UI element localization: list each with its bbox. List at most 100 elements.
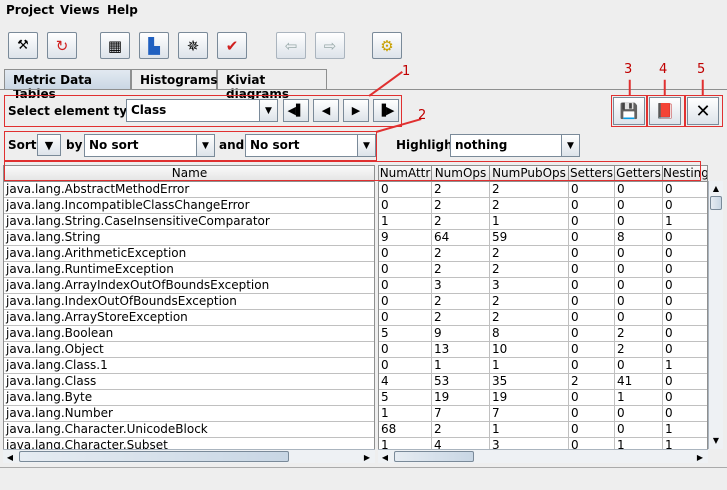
scroll-right-icon[interactable]: ▶ [693,450,707,464]
table-row[interactable]: java.lang.Byte [4,390,374,406]
arrow-right-icon: ⇨ [323,36,337,55]
menu-bar: Project Views Help [0,0,727,22]
metric-cell: 0 [663,326,707,342]
table-row[interactable]: 9 64 59 0 8 0 [379,230,707,246]
table-row[interactable]: java.lang.ArrayStoreException [4,310,374,326]
table-row[interactable]: 68 2 1 0 0 1 [379,422,707,438]
kiviat-view-button[interactable]: ✵ [178,32,208,59]
scroll-right-icon[interactable]: ▶ [360,450,374,464]
metric-cell: 7 [490,406,569,422]
class-name-cell: java.lang.AbstractMethodError [4,182,374,198]
metrics-table-hscrollbar[interactable]: ◀ ▶ [378,449,708,463]
metric-cell: 0 [663,294,707,310]
forward-button[interactable]: ⇨ [315,32,345,59]
metric-cell: 2 [432,310,490,326]
annotation-leader-5 [702,79,704,96]
metric-cell: 8 [615,230,663,246]
metric-cell: 2 [490,182,569,198]
metric-cell: 2 [432,182,490,198]
table-row[interactable]: 022000 [379,262,707,278]
table-row[interactable]: 022000 [379,246,707,262]
metric-cell: 13 [432,342,490,358]
metrics-table-vscrollbar[interactable]: ▲ ▼ [708,181,723,449]
table-row[interactable]: 033000 [379,278,707,294]
refresh-icon: ↻ [55,36,69,55]
metric-cell: 2 [490,262,569,278]
metric-cell: 68 [379,422,432,438]
metric-cell: 0 [615,310,663,326]
tab-metric-data-tables[interactable]: Metric Data Tables [4,69,131,101]
tab-histograms[interactable]: Histograms [131,69,218,90]
metric-cell: 5 [379,390,432,406]
metric-cell: 0 [569,182,615,198]
table-row[interactable]: java.lang.ArithmeticException [4,246,374,262]
name-table: Name java.lang.AbstractMethodError java.l… [3,165,375,450]
table-row[interactable]: 022000 [379,198,707,214]
table-row[interactable]: java.lang.IndexOutOfBoundsException [4,294,374,310]
vscroll-thumb[interactable] [710,196,722,210]
scroll-up-icon[interactable]: ▲ [709,181,723,195]
table-row[interactable]: 5 19 19 0 1 0 [379,390,707,406]
table-row[interactable]: 011001 [379,358,707,374]
hscroll-thumb[interactable] [394,451,474,462]
table-row[interactable]: 022000 [379,294,707,310]
tab-kiviat-diagrams[interactable]: Kiviat diagrams [217,69,327,101]
table-row[interactable]: java.lang.Boolean [4,326,374,342]
histogram-view-button[interactable]: ▙ [139,32,169,59]
check-button[interactable]: ✔ [217,32,247,59]
metric-cell: 0 [615,182,663,198]
name-table-hscrollbar[interactable]: ◀ ▶ [3,449,375,463]
table-row[interactable]: java.lang.RuntimeException [4,262,374,278]
menu-help[interactable]: Help [107,3,138,17]
table-row[interactable]: 121001 [379,214,707,230]
table-row[interactable]: java.lang.Class [4,374,374,390]
table-row[interactable]: java.lang.ArrayIndexOutOfBoundsException [4,278,374,294]
annotation-box-4 [647,95,685,127]
annotation-box-3 [611,95,647,127]
table-row[interactable]: java.lang.String.CaseInsensitiveComparat… [4,214,374,230]
metric-cell: 1 [490,422,569,438]
metric-cell: 0 [379,262,432,278]
annotation-label-3: 3 [624,62,633,77]
menu-views[interactable]: Views [60,3,100,17]
table-row[interactable]: 0 13 10 0 2 0 [379,342,707,358]
table-row[interactable]: 4 53 35 2 41 0 [379,374,707,390]
table-row[interactable]: java.lang.Number [4,406,374,422]
table-row[interactable]: 022000 [379,182,707,198]
scroll-down-icon[interactable]: ▼ [709,433,723,447]
metric-cell: 0 [615,278,663,294]
chevron-down-icon[interactable]: ▼ [561,135,579,156]
class-name-cell: java.lang.Number [4,406,374,422]
table-row[interactable]: java.lang.AbstractMethodError [4,182,374,198]
metric-cell: 0 [615,406,663,422]
back-button[interactable]: ⇦ [276,32,306,59]
menu-project[interactable]: Project [6,3,54,17]
metric-cell: 0 [379,294,432,310]
metric-cell: 0 [663,390,707,406]
scroll-left-icon[interactable]: ◀ [3,450,17,464]
metric-cell: 0 [569,326,615,342]
annotation-label-4: 4 [659,62,668,77]
table-row[interactable]: 022000 [379,310,707,326]
metric-cell: 53 [432,374,490,390]
metric-cell: 0 [663,374,707,390]
metric-cell: 2 [490,198,569,214]
settings-button[interactable]: ⚙ [372,32,402,59]
table-row[interactable]: java.lang.String [4,230,374,246]
table-row[interactable]: 598020 [379,326,707,342]
table-row[interactable]: java.lang.Object [4,342,374,358]
hscroll-thumb[interactable] [19,451,289,462]
metric-cell: 2 [490,310,569,326]
table-row[interactable]: 177000 [379,406,707,422]
metric-cell: 7 [432,406,490,422]
table-row[interactable]: java.lang.Class.1 [4,358,374,374]
tools-button[interactable]: ⚒ [8,32,38,59]
refresh-button[interactable]: ↻ [47,32,77,59]
highlight-combo[interactable]: nothing ▼ [450,134,580,157]
scroll-left-icon[interactable]: ◀ [378,450,392,464]
table-view-button[interactable]: ▦ [100,32,130,59]
metric-cell: 8 [490,326,569,342]
table-row[interactable]: java.lang.Character.UnicodeBlock [4,422,374,438]
table-row[interactable]: java.lang.IncompatibleClassChangeError [4,198,374,214]
metric-cell: 19 [490,390,569,406]
